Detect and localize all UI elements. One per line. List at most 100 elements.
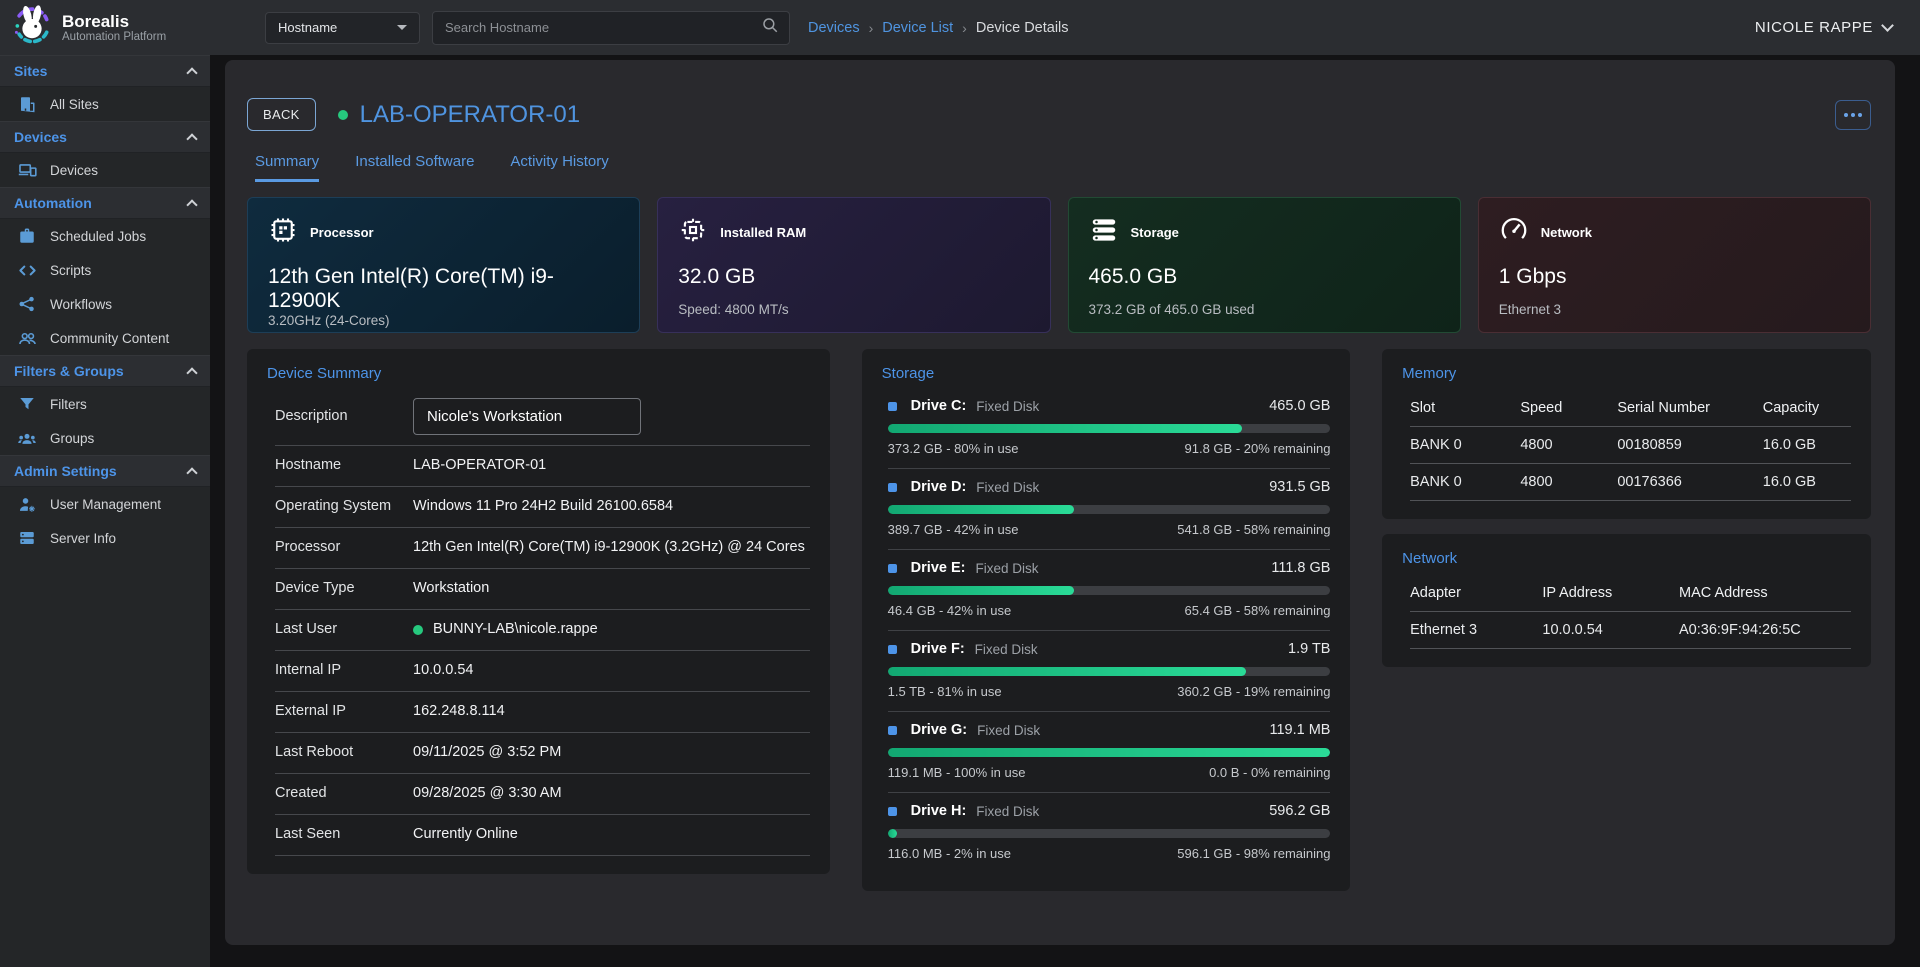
search-input[interactable]: [445, 20, 761, 35]
section-label: Devices: [14, 129, 67, 145]
drive-row-d: Drive D: Fixed Disk 931.5 GB 389.7 GB - …: [888, 469, 1331, 550]
drive-type: Fixed Disk: [976, 480, 1039, 495]
stat-card-value: 12th Gen Intel(R) Core(TM) i9-12900K: [268, 265, 619, 313]
stat-card-sub: 3.20GHz (24-Cores): [268, 313, 619, 328]
description-input[interactable]: [413, 398, 641, 435]
summary-row-last-user: Last User BUNNY-LAB\nicole.rappe: [275, 610, 810, 651]
col-header: Serial Number: [1617, 400, 1762, 416]
sidebar-item-filters[interactable]: Filters: [0, 387, 210, 421]
sidebar-item-label: Workflows: [50, 297, 112, 312]
more-actions-button[interactable]: [1835, 100, 1871, 130]
drive-row-e: Drive E: Fixed Disk 111.8 GB 46.4 GB - 4…: [888, 550, 1331, 631]
drive-row-g: Drive G: Fixed Disk 119.1 MB 119.1 MB - …: [888, 712, 1331, 793]
breadcrumb-devices[interactable]: Devices: [808, 20, 860, 36]
sidebar-section-automation[interactable]: Automation: [0, 187, 210, 219]
sidebar-item-label: User Management: [50, 497, 161, 512]
search-box[interactable]: [432, 11, 790, 45]
stat-card-label: Processor: [310, 225, 374, 240]
magnifier-icon: [761, 16, 779, 39]
drive-used-text: 119.1 MB - 100% in use: [888, 765, 1026, 780]
drive-free-text: 91.8 GB - 20% remaining: [1185, 441, 1331, 456]
sidebar-item-label: Scripts: [50, 263, 91, 278]
row-label: Internal IP: [275, 661, 393, 681]
sidebar: Sites All Sites Devices Devic: [0, 55, 210, 967]
summary-row-device-type: Device Type Workstation: [275, 569, 810, 610]
sidebar-section-devices[interactable]: Devices: [0, 121, 210, 153]
network-table-row: Ethernet 3 10.0.0.54 A0:36:9F:94:26:5C: [1410, 612, 1851, 649]
sidebar-item-community-content[interactable]: Community Content: [0, 321, 210, 355]
panel-title: Storage: [882, 365, 1331, 382]
storage-panel: Storage Drive C: Fixed Disk 465.0 GB 373…: [862, 349, 1351, 891]
people-icon: [17, 328, 37, 348]
summary-row-internal-ip: Internal IP 10.0.0.54: [275, 651, 810, 692]
drive-bullet-icon: [888, 645, 897, 654]
breadcrumb-device-list[interactable]: Device List: [882, 20, 953, 36]
summary-row-description: Description: [275, 388, 810, 446]
sidebar-item-user-management[interactable]: User Management: [0, 487, 210, 521]
summary-row-last-seen: Last Seen Currently Online: [275, 815, 810, 856]
sidebar-section-admin-settings[interactable]: Admin Settings: [0, 455, 210, 487]
processor-card: Processor 12th Gen Intel(R) Core(TM) i9-…: [247, 197, 640, 333]
memory-table-row: BANK 0 4800 00180859 16.0 GB: [1410, 427, 1851, 464]
drive-size: 119.1 MB: [1269, 722, 1330, 738]
col-header: Adapter: [1410, 585, 1542, 601]
drive-used-text: 373.2 GB - 80% in use: [888, 441, 1019, 456]
usage-bar: [888, 586, 1331, 595]
main-content: BACK LAB-OPERATOR-01 Summary Installed S…: [210, 55, 1920, 967]
installed-ram-card: Installed RAM 32.0 GB Speed: 4800 MT/s: [657, 197, 1050, 333]
drive-name: Drive G:: [911, 722, 967, 738]
tab-summary[interactable]: Summary: [255, 153, 319, 182]
usage-bar: [888, 829, 1331, 838]
brand-subtitle: Automation Platform: [62, 31, 166, 43]
tab-installed-software[interactable]: Installed Software: [355, 153, 474, 182]
drive-bullet-icon: [888, 402, 897, 411]
sidebar-item-devices[interactable]: Devices: [0, 153, 210, 187]
drive-free-text: 0.0 B - 0% remaining: [1209, 765, 1330, 780]
cpu-icon: [268, 215, 298, 250]
breadcrumb-device-details: Device Details: [976, 20, 1069, 36]
sidebar-item-all-sites[interactable]: All Sites: [0, 87, 210, 121]
row-value: Windows 11 Pro 24H2 Build 26100.6584: [413, 496, 673, 517]
stat-cards: Processor 12th Gen Intel(R) Core(TM) i9-…: [247, 197, 1871, 333]
row-label: External IP: [275, 702, 393, 722]
device-tabs: Summary Installed Software Activity Hist…: [255, 153, 1871, 182]
drive-bullet-icon: [888, 483, 897, 492]
sidebar-item-scripts[interactable]: Scripts: [0, 253, 210, 287]
sidebar-item-label: Devices: [50, 163, 98, 178]
chevron-up-icon: [186, 67, 197, 78]
device-name-title: LAB-OPERATOR-01: [360, 101, 581, 129]
user-menu[interactable]: NICOLE RAPPE: [1755, 19, 1892, 36]
col-header: Slot: [1410, 400, 1520, 416]
row-value: Currently Online: [413, 824, 518, 845]
back-button[interactable]: BACK: [247, 98, 316, 131]
network-table-header: Adapter IP Address MAC Address: [1410, 573, 1851, 612]
cell: 16.0 GB: [1763, 474, 1851, 490]
sidebar-item-server-info[interactable]: Server Info: [0, 521, 210, 555]
sidebar-item-workflows[interactable]: Workflows: [0, 287, 210, 321]
sidebar-section-filters-groups[interactable]: Filters & Groups: [0, 355, 210, 387]
drive-free-text: 541.8 GB - 58% remaining: [1177, 522, 1330, 537]
sidebar-item-label: Scheduled Jobs: [50, 229, 146, 244]
chevron-up-icon: [186, 133, 197, 144]
network-panel: Network Adapter IP Address MAC Address E…: [1382, 534, 1871, 667]
cell: BANK 0: [1410, 437, 1520, 453]
usage-bar: [888, 505, 1331, 514]
tab-activity-history[interactable]: Activity History: [510, 153, 608, 182]
memory-table-row: BANK 0 4800 00176366 16.0 GB: [1410, 464, 1851, 501]
section-label: Automation: [14, 195, 92, 211]
summary-row-external-ip: External IP 162.248.8.114: [275, 692, 810, 733]
sidebar-section-sites[interactable]: Sites: [0, 55, 210, 87]
row-value: 09/28/2025 @ 3:30 AM: [413, 783, 562, 804]
summary-row-operating-system: Operating System Windows 11 Pro 24H2 Bui…: [275, 487, 810, 528]
stat-card-sub: 373.2 GB of 465.0 GB used: [1089, 302, 1440, 317]
search-field-dropdown[interactable]: Hostname: [265, 12, 420, 44]
sidebar-item-scheduled-jobs[interactable]: Scheduled Jobs: [0, 219, 210, 253]
drive-type: Fixed Disk: [976, 399, 1039, 414]
drive-size: 596.2 GB: [1269, 803, 1330, 819]
user-name: NICOLE RAPPE: [1755, 19, 1873, 36]
row-value: 12th Gen Intel(R) Core(TM) i9-12900K (3.…: [413, 537, 805, 558]
row-label: Processor: [275, 538, 393, 558]
sidebar-item-groups[interactable]: Groups: [0, 421, 210, 455]
gauge-icon: [1499, 215, 1529, 250]
row-label: Last User: [275, 620, 393, 640]
